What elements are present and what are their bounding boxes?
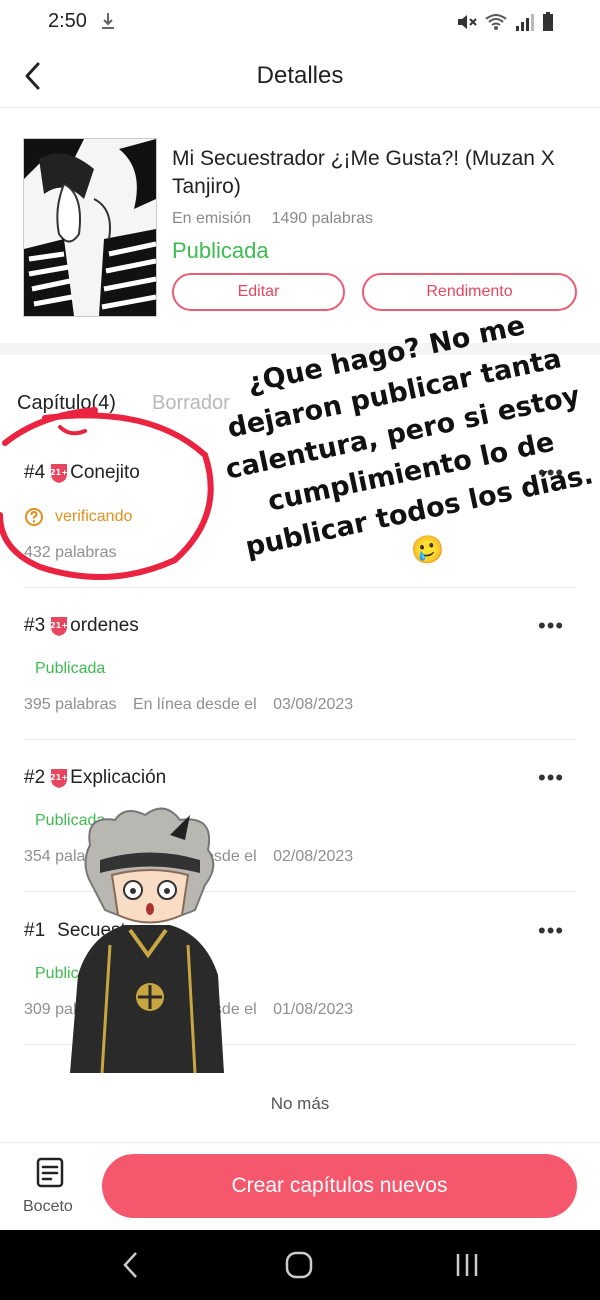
create-chapter-button[interactable]: Crear capítulos nuevos <box>102 1154 577 1218</box>
book-meta: En emisión 1490 palabras <box>172 210 373 228</box>
wifi-icon <box>485 14 507 30</box>
more-options-icon[interactable]: ••• <box>538 765 564 791</box>
nav-back-icon[interactable] <box>120 1250 142 1280</box>
chapter-name: Explicación <box>70 767 167 788</box>
chapter-number: #1 <box>24 920 46 941</box>
chapter-meta: 395 palabras En línea desde el 03/08/202… <box>24 696 353 714</box>
draft-notepad-icon[interactable] <box>35 1157 65 1189</box>
mute-icon <box>458 15 477 29</box>
page-title: Detalles <box>256 62 344 89</box>
nav-home-icon[interactable] <box>284 1250 314 1280</box>
nav-recents-icon[interactable] <box>452 1250 482 1280</box>
chapter-word-count: 395 palabras <box>24 696 117 713</box>
status-time: 2:50 <box>48 10 87 32</box>
chapter-online-label: En línea desde el <box>132 696 257 713</box>
book-word-count: 1490 palabras <box>271 210 374 227</box>
draft-label[interactable]: Boceto <box>23 1198 73 1216</box>
download-icon <box>102 13 114 29</box>
age-badge-label: 21+ <box>50 773 68 782</box>
battery-icon <box>543 12 553 31</box>
chapter-date: 01/08/2023 <box>273 1001 354 1018</box>
age-restricted-badge-icon: 21+ <box>50 617 68 636</box>
book-status: Publicada <box>172 238 269 263</box>
chapter-number: #2 <box>24 767 46 788</box>
chapter-status: Publicada <box>35 660 106 677</box>
header-divider <box>0 107 600 108</box>
edit-button[interactable]: Editar <box>172 273 345 311</box>
chapter-name: ordenes <box>70 615 139 636</box>
system-nav-bar <box>0 1230 600 1300</box>
more-options-icon[interactable]: ••• <box>538 918 564 944</box>
book-cover-image[interactable] <box>23 138 157 317</box>
anime-character-sticker <box>70 807 224 1073</box>
chapter-title[interactable]: #2 21+ Explicación <box>24 767 166 789</box>
book-state: En emisión <box>172 210 252 227</box>
list-end-label: No más <box>270 1094 330 1113</box>
row-divider <box>24 739 576 740</box>
status-bar: 2:50 <box>0 0 600 48</box>
signal-icon <box>516 14 534 31</box>
chapter-date: 02/08/2023 <box>273 848 354 865</box>
chapter-title[interactable]: #3 21+ ordenes <box>24 615 139 637</box>
chapter-number: #3 <box>24 615 46 636</box>
status-icons <box>456 12 554 32</box>
age-restricted-badge-icon: 21+ <box>50 769 68 788</box>
bottom-divider <box>0 1142 600 1143</box>
age-badge-label: 21+ <box>50 621 68 630</box>
red-circle-annotation <box>0 407 214 580</box>
chapter-date: 03/08/2023 <box>273 696 354 713</box>
more-options-icon[interactable]: ••• <box>538 613 564 639</box>
book-title: Mi Secuestrador ¿¡Me Gusta?! (Muzan X Ta… <box>172 147 555 198</box>
